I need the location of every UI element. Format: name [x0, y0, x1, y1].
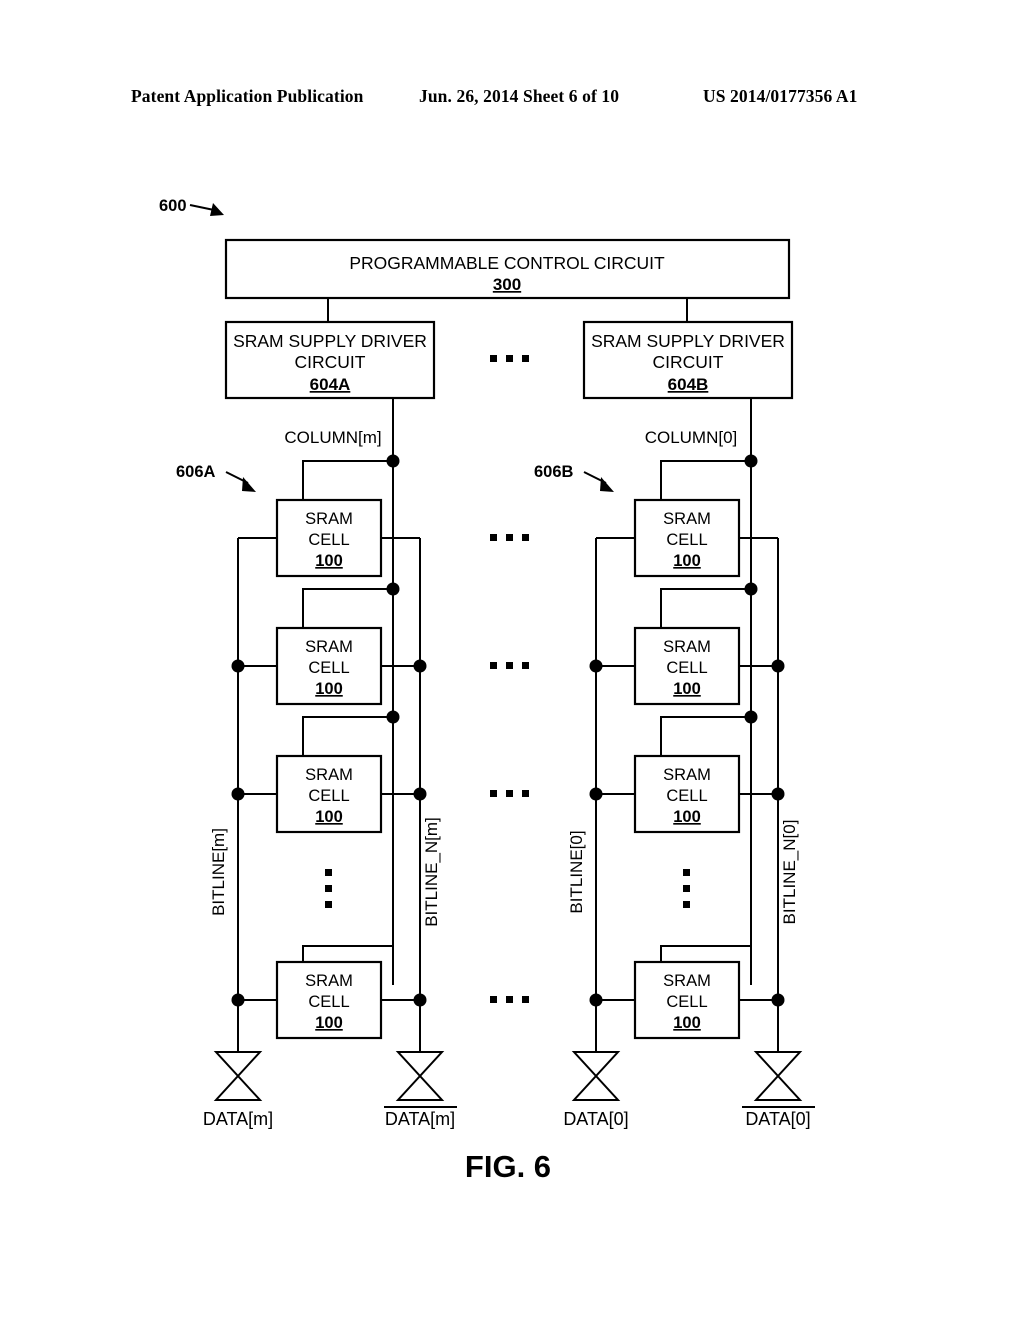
column-0-supply-stub-cell4	[660, 945, 751, 962]
row-4-ellipsis	[490, 996, 529, 1003]
array-606a-arrowhead	[242, 477, 256, 492]
driver-604a-line1: SRAM SUPPLY DRIVER	[233, 331, 427, 351]
array-606b-label: 606B	[534, 463, 574, 481]
bitline-0-label: BITLINE[0]	[567, 830, 586, 913]
programmable-control-circuit-title: PROGRAMMABLE CONTROL CIRCUIT	[349, 253, 665, 273]
sram-cell-606b-3-line2: CELL	[666, 787, 707, 805]
driver-604a-line2: CIRCUIT	[295, 352, 366, 372]
figure-caption: FIG. 6	[465, 1149, 551, 1184]
driver-604a-ref: 604A	[310, 375, 351, 394]
bitline-n-m-label: BITLINE_N[m]	[422, 817, 441, 927]
junction-dot	[386, 454, 400, 468]
data-0-complement-label: DATA[0]	[745, 1109, 810, 1129]
sram-cell-606b-3-ref: 100	[673, 808, 701, 826]
junction-dot	[744, 582, 758, 596]
row-1-ellipsis	[490, 534, 529, 541]
diagram-ref-600-label: 600	[159, 197, 187, 215]
junction-dot	[771, 659, 785, 673]
junction-dot	[771, 993, 785, 1007]
column-606b-vertical-ellipsis	[683, 869, 690, 908]
array-606b-arrowhead	[600, 477, 614, 492]
junction-dot	[386, 582, 400, 596]
driver-604b-line1: SRAM SUPPLY DRIVER	[591, 331, 785, 351]
sram-cell-606b-1-ref: 100	[673, 552, 701, 570]
junction-dot	[744, 454, 758, 468]
diagram-ref-600-arrowhead	[210, 203, 224, 216]
junction-dot	[231, 787, 245, 801]
driver-604b-ref: 604B	[668, 375, 709, 394]
sram-cell-606a-1-line1: SRAM	[305, 510, 353, 528]
column-0-supply-stub-cell2	[660, 588, 751, 628]
junction-dot	[589, 993, 603, 1007]
column-m-supply-stub-cell4	[302, 945, 393, 962]
column-m-supply-stub-cell3	[302, 716, 393, 756]
sense-amplifier-bowtie-data-0[interactable]	[571, 1051, 621, 1101]
column-array-606b: COLUMN[0] 606B SRAM CELL 100 SRAM CELL 1…	[534, 398, 815, 1129]
sram-cell-606b-2-ref: 100	[673, 680, 701, 698]
sense-amplifier-bowtie-data-m[interactable]	[213, 1051, 263, 1101]
column-0-supply-stub-cell1	[660, 460, 751, 500]
sram-cell-606b-4-line2: CELL	[666, 993, 707, 1011]
patent-figure-6: 600 PROGRAMMABLE CONTROL CIRCUIT 300 SRA…	[0, 0, 1024, 1320]
sram-cell-606b-4-ref: 100	[673, 1014, 701, 1032]
sense-amplifier-bowtie-data-m-complement[interactable]	[395, 1051, 445, 1101]
sram-cell-606a-3-ref: 100	[315, 808, 343, 826]
sram-cell-606a-1-ref: 100	[315, 552, 343, 570]
data-m-label: DATA[m]	[203, 1109, 273, 1129]
junction-dot	[413, 787, 427, 801]
row-2-ellipsis	[490, 662, 529, 669]
sense-amplifier-bowtie-data-0-complement[interactable]	[753, 1051, 803, 1101]
column-606a-vertical-ellipsis	[325, 869, 332, 908]
sram-cell-606b-4-line1: SRAM	[663, 972, 711, 990]
junction-dot	[413, 659, 427, 673]
column-array-606a: COLUMN[m] 606A SRAM CELL 100 SRAM CELL 1…	[176, 398, 457, 1129]
junction-dot	[413, 993, 427, 1007]
sram-cell-606a-4-ref: 100	[315, 1014, 343, 1032]
sram-cell-606a-2-ref: 100	[315, 680, 343, 698]
bitline-m-label: BITLINE[m]	[209, 828, 228, 916]
data-0-label: DATA[0]	[563, 1109, 628, 1129]
column-0-supply-stub-cell3	[660, 716, 751, 756]
column-m-supply-stub-cell2	[302, 588, 393, 628]
junction-dot	[231, 993, 245, 1007]
sram-cell-606b-2-line2: CELL	[666, 659, 707, 677]
sram-cell-606b-3-line1: SRAM	[663, 766, 711, 784]
sram-cell-606b-2-line1: SRAM	[663, 638, 711, 656]
programmable-control-circuit-ref: 300	[493, 275, 521, 294]
driver-604b-line2: CIRCUIT	[653, 352, 724, 372]
junction-dot	[771, 787, 785, 801]
sram-cell-606b-1-line1: SRAM	[663, 510, 711, 528]
sram-cell-606b-1-line2: CELL	[666, 531, 707, 549]
bitline-n-0-label: BITLINE_N[0]	[780, 820, 799, 925]
sram-cell-606a-1-line2: CELL	[308, 531, 349, 549]
sram-cell-606a-2-line1: SRAM	[305, 638, 353, 656]
column-0-supply-label: COLUMN[0]	[645, 428, 738, 447]
sram-cell-606a-4-line1: SRAM	[305, 972, 353, 990]
diagram-ref-600-leader	[189, 204, 215, 211]
array-606a-label: 606A	[176, 463, 216, 481]
sram-cell-606a-3-line1: SRAM	[305, 766, 353, 784]
junction-dot	[589, 659, 603, 673]
junction-dot	[589, 787, 603, 801]
sram-cell-606a-3-line2: CELL	[308, 787, 349, 805]
sram-cell-606a-2-line2: CELL	[308, 659, 349, 677]
column-m-supply-stub-cell1	[302, 460, 393, 500]
junction-dot	[386, 710, 400, 724]
driver-row-ellipsis	[490, 355, 529, 362]
junction-dot	[744, 710, 758, 724]
data-m-complement-label: DATA[m]	[385, 1109, 455, 1129]
row-3-ellipsis	[490, 790, 529, 797]
column-m-supply-label: COLUMN[m]	[284, 428, 381, 447]
sram-cell-606a-4-line2: CELL	[308, 993, 349, 1011]
junction-dot	[231, 659, 245, 673]
